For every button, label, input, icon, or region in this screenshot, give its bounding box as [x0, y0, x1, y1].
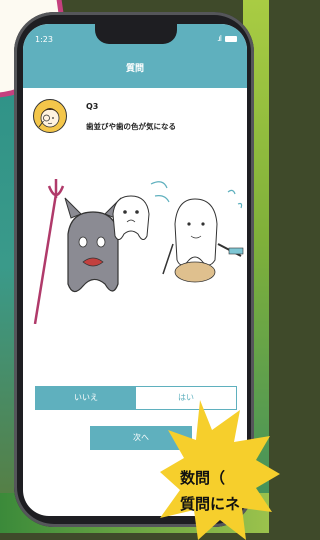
battery-icon	[225, 36, 237, 42]
trident-icon	[33, 179, 65, 324]
question-number: Q3	[86, 102, 99, 111]
question-text: 歯並びや歯の色が気になる	[86, 122, 176, 131]
promo-text: 数問（ 質問にネ	[180, 465, 240, 517]
promo-line-1: 数問（	[180, 469, 226, 487]
small-tooth-icon	[112, 195, 150, 240]
avatar	[33, 99, 67, 133]
phone-notch	[95, 24, 177, 44]
signal-icon: .ıl	[217, 34, 222, 43]
devil-tooth-icon	[64, 197, 122, 293]
sweat-marks	[150, 181, 170, 203]
page-title: 質問	[23, 56, 247, 88]
teeth-illustration	[33, 179, 244, 324]
promo-line-2: 質問にネ	[180, 495, 241, 513]
running-tooth-icon	[162, 189, 244, 283]
answer-no-button[interactable]: いいえ	[36, 387, 136, 409]
status-time: 1:23	[35, 35, 53, 44]
